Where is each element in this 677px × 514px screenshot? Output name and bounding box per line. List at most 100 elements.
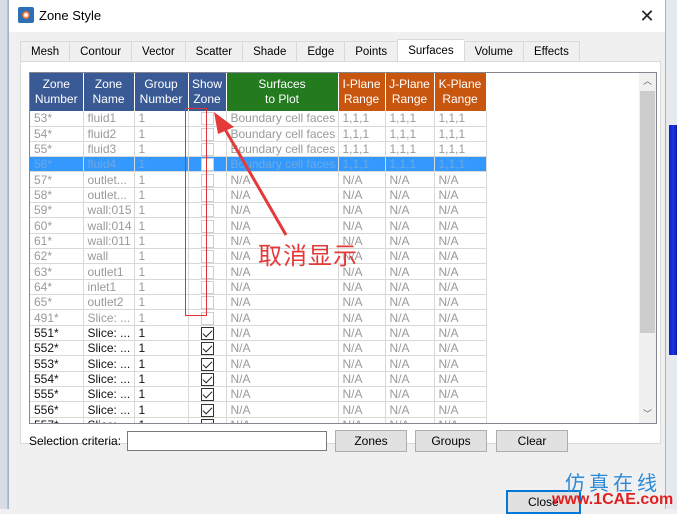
- cell-i-plane-range[interactable]: 1,1,1: [338, 126, 386, 142]
- cell-group-number[interactable]: 1: [134, 233, 189, 250]
- show-zone-checkbox[interactable]: [200, 112, 214, 125]
- cell-j-plane-range[interactable]: N/A: [385, 233, 435, 250]
- cell-i-plane-range[interactable]: 1,1,1: [338, 111, 386, 127]
- cell-k-plane-range[interactable]: N/A: [434, 401, 487, 418]
- zones-button[interactable]: Zones: [335, 430, 407, 452]
- cell-surfaces[interactable]: N/A: [226, 371, 339, 388]
- cell-group-number[interactable]: 1: [134, 248, 189, 265]
- cell-group-number[interactable]: 1: [134, 217, 189, 234]
- cell-i-plane-range[interactable]: N/A: [338, 371, 386, 388]
- cell-k-plane-range[interactable]: N/A: [434, 325, 487, 342]
- cell-zone-number[interactable]: 63*: [30, 263, 84, 280]
- cell-j-plane-range[interactable]: 1,1,1: [385, 156, 435, 173]
- cell-j-plane-range[interactable]: N/A: [385, 325, 435, 342]
- tab-effects[interactable]: Effects: [522, 41, 580, 62]
- tab-points[interactable]: Points: [344, 41, 398, 62]
- cell-zone-name[interactable]: Slice: ...: [83, 386, 135, 403]
- cell-group-number[interactable]: 1: [134, 141, 189, 158]
- cell-group-number[interactable]: 1: [134, 126, 189, 142]
- cell-k-plane-range[interactable]: N/A: [434, 248, 487, 265]
- cell-k-plane-range[interactable]: N/A: [434, 263, 487, 280]
- table-row[interactable]: 57* outlet... 1 N/A N/A N/A N/A: [30, 171, 487, 188]
- cell-surfaces[interactable]: N/A: [226, 340, 339, 357]
- show-zone-checkbox[interactable]: [200, 373, 214, 386]
- cell-group-number[interactable]: 1: [134, 401, 189, 418]
- cell-j-plane-range[interactable]: N/A: [385, 202, 435, 219]
- show-zone-checkbox[interactable]: [200, 419, 214, 423]
- cell-i-plane-range[interactable]: N/A: [338, 294, 386, 311]
- show-zone-checkbox[interactable]: [200, 342, 214, 355]
- cell-zone-number[interactable]: 554*: [30, 371, 84, 388]
- table-row[interactable]: 491* Slice: ... 1 N/A N/A N/A N/A: [30, 309, 487, 326]
- cell-zone-name[interactable]: Slice: ...: [83, 325, 135, 342]
- tab-contour[interactable]: Contour: [69, 41, 132, 62]
- table-row[interactable]: 556* Slice: ... 1 N/A N/A N/A N/A: [30, 401, 487, 418]
- cell-surfaces[interactable]: N/A: [226, 386, 339, 403]
- cell-zone-number[interactable]: 57*: [30, 171, 84, 188]
- cell-i-plane-range[interactable]: 1,1,1: [338, 141, 386, 158]
- show-zone-checkbox[interactable]: [200, 281, 214, 294]
- cell-group-number[interactable]: 1: [134, 111, 189, 127]
- cell-group-number[interactable]: 1: [134, 355, 189, 372]
- column-header-show-zone[interactable]: Show Zone: [188, 73, 227, 111]
- cell-surfaces[interactable]: N/A: [226, 355, 339, 372]
- cell-zone-name[interactable]: outlet1: [83, 263, 135, 280]
- table-row[interactable]: 59* wall:015 1 N/A N/A N/A N/A: [30, 202, 487, 219]
- tab-shade[interactable]: Shade: [242, 41, 297, 62]
- column-header-k-plane-range[interactable]: K-Plane Range: [434, 73, 487, 111]
- cell-i-plane-range[interactable]: N/A: [338, 279, 386, 296]
- cell-j-plane-range[interactable]: N/A: [385, 417, 435, 423]
- cell-surfaces[interactable]: Boundary cell faces: [226, 126, 339, 142]
- scroll-thumb[interactable]: [640, 91, 655, 333]
- table-row[interactable]: 555* Slice: ... 1 N/A N/A N/A N/A: [30, 386, 487, 403]
- cell-zone-number[interactable]: 491*: [30, 309, 84, 326]
- cell-surfaces[interactable]: Boundary cell faces: [226, 156, 339, 173]
- cell-j-plane-range[interactable]: 1,1,1: [385, 126, 435, 142]
- cell-j-plane-range[interactable]: 1,1,1: [385, 141, 435, 158]
- table-row[interactable]: 55* fluid3 1 Boundary cell faces 1,1,1 1,1,1 1…: [30, 141, 487, 158]
- cell-group-number[interactable]: 1: [134, 294, 189, 311]
- cell-zone-name[interactable]: wall:014: [83, 217, 135, 234]
- cell-j-plane-range[interactable]: N/A: [385, 371, 435, 388]
- cell-surfaces[interactable]: N/A: [226, 309, 339, 326]
- cell-surfaces[interactable]: N/A: [226, 187, 339, 204]
- cell-group-number[interactable]: 1: [134, 187, 189, 204]
- cell-k-plane-range[interactable]: N/A: [434, 386, 487, 403]
- scroll-up-icon[interactable]: ︿: [639, 73, 656, 90]
- cell-group-number[interactable]: 1: [134, 417, 189, 423]
- cell-zone-number[interactable]: 555*: [30, 386, 84, 403]
- cell-k-plane-range[interactable]: N/A: [434, 371, 487, 388]
- show-zone-checkbox[interactable]: [200, 173, 214, 187]
- tab-scatter[interactable]: Scatter: [184, 41, 243, 62]
- cell-i-plane-range[interactable]: N/A: [338, 187, 386, 204]
- show-zone-checkbox[interactable]: [200, 189, 214, 202]
- cell-k-plane-range[interactable]: 1,1,1: [434, 111, 487, 127]
- cell-zone-number[interactable]: 56*: [30, 156, 84, 173]
- groups-button[interactable]: Groups: [415, 430, 487, 452]
- cell-k-plane-range[interactable]: N/A: [434, 279, 487, 296]
- cell-surfaces[interactable]: N/A: [226, 417, 339, 423]
- selection-criteria-input[interactable]: [127, 431, 327, 451]
- cell-zone-number[interactable]: 65*: [30, 294, 84, 311]
- cell-j-plane-range[interactable]: N/A: [385, 217, 435, 234]
- cell-zone-name[interactable]: fluid4: [83, 156, 135, 173]
- cell-zone-number[interactable]: 60*: [30, 217, 84, 234]
- cell-zone-number[interactable]: 62*: [30, 248, 84, 265]
- cell-k-plane-range[interactable]: N/A: [434, 217, 487, 234]
- cell-j-plane-range[interactable]: N/A: [385, 279, 435, 296]
- cell-group-number[interactable]: 1: [134, 171, 189, 188]
- cell-surfaces[interactable]: Boundary cell faces: [226, 111, 339, 127]
- cell-i-plane-range[interactable]: N/A: [338, 309, 386, 326]
- cell-zone-name[interactable]: outlet...: [83, 171, 135, 188]
- cell-zone-name[interactable]: fluid1: [83, 111, 135, 127]
- cell-i-plane-range[interactable]: N/A: [338, 340, 386, 357]
- cell-zone-name[interactable]: wall: [83, 248, 135, 265]
- cell-zone-name[interactable]: Slice: ...: [83, 340, 135, 357]
- show-zone-checkbox[interactable]: [200, 235, 214, 248]
- cell-j-plane-range[interactable]: N/A: [385, 263, 435, 280]
- cell-i-plane-range[interactable]: N/A: [338, 401, 386, 418]
- column-header-i-plane-range[interactable]: I-Plane Range: [338, 73, 386, 111]
- cell-k-plane-range[interactable]: 1,1,1: [434, 141, 487, 158]
- cell-k-plane-range[interactable]: N/A: [434, 417, 487, 423]
- show-zone-checkbox[interactable]: [200, 158, 214, 171]
